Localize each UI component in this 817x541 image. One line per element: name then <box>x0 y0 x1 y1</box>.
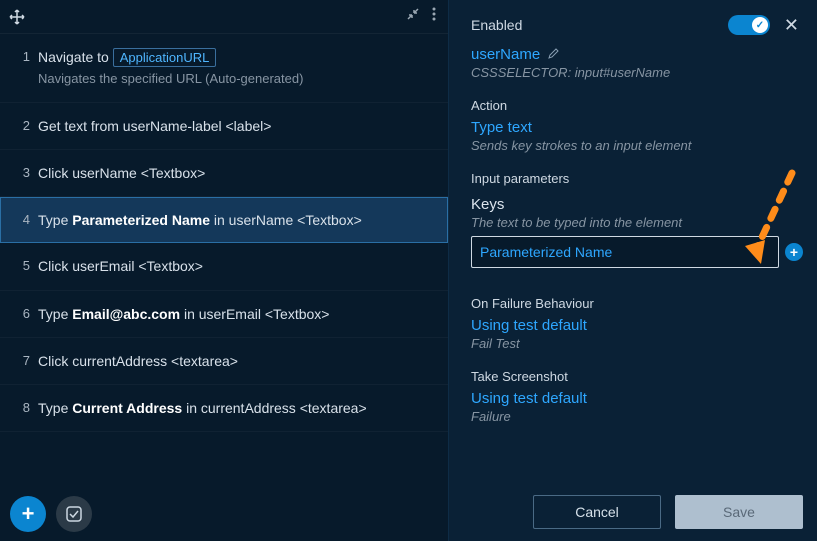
step-number: 8 <box>10 400 30 415</box>
step-number: 4 <box>10 212 30 227</box>
step-text: Click currentAddress <textarea> <box>38 352 434 370</box>
footer-buttons: Cancel Save <box>471 479 803 529</box>
move-icon[interactable] <box>6 6 28 28</box>
action-description: Sends key strokes to an input element <box>471 138 803 153</box>
step-number: 5 <box>10 258 30 273</box>
add-step-button[interactable]: + <box>10 496 46 532</box>
keys-description: The text to be typed into the element <box>471 215 803 230</box>
step-text: Type Current Address in currentAddress <… <box>38 399 434 417</box>
validate-button[interactable] <box>56 496 92 532</box>
cancel-button[interactable]: Cancel <box>533 495 661 529</box>
step-number: 2 <box>10 118 30 133</box>
step-number: 3 <box>10 165 30 180</box>
collapse-icon[interactable] <box>400 3 426 30</box>
step-number: 1 <box>10 49 30 64</box>
step-subtext: Navigates the specified URL (Auto-genera… <box>38 71 434 88</box>
step-text: Type Email@abc.com in userEmail <Textbox… <box>38 305 434 323</box>
screenshot-value[interactable]: Using test default <box>471 390 803 407</box>
enabled-row: Enabled ✓ ✕ <box>471 10 803 40</box>
kebab-menu-icon[interactable] <box>426 3 442 30</box>
steps-panel: 1 Navigate to ApplicationURL Navigates t… <box>0 0 448 541</box>
close-icon[interactable]: ✕ <box>780 13 803 38</box>
step-number: 6 <box>10 306 30 321</box>
enabled-toggle[interactable]: ✓ <box>728 15 770 35</box>
step-text: Type Parameterized Name in userName <Tex… <box>38 211 434 229</box>
failure-value[interactable]: Using test default <box>471 317 803 334</box>
step-text: Get text from userName-label <label> <box>38 117 434 135</box>
element-name: userName <box>471 46 803 63</box>
details-panel: Enabled ✓ ✕ userName CSSSELECTOR: input#… <box>448 0 817 541</box>
edit-element-icon[interactable] <box>548 47 560 62</box>
step-row[interactable]: 2 Get text from userName-label <label> <box>0 103 448 150</box>
left-footer: + <box>0 487 448 541</box>
screenshot-label: Take Screenshot <box>471 369 803 384</box>
step-row[interactable]: 1 Navigate to ApplicationURL Navigates t… <box>0 34 448 103</box>
action-section-label: Action <box>471 98 803 113</box>
add-parameter-button[interactable]: + <box>785 243 803 261</box>
save-button[interactable]: Save <box>675 495 803 529</box>
param-chip[interactable]: ApplicationURL <box>113 48 217 67</box>
keys-input-row: + <box>471 236 803 268</box>
step-row[interactable]: 6 Type Email@abc.com in userEmail <Textb… <box>0 291 448 338</box>
keys-label: Keys <box>471 196 803 213</box>
keys-input[interactable] <box>471 236 779 268</box>
step-row[interactable]: 3 Click userName <Textbox> <box>0 150 448 197</box>
enabled-label: Enabled <box>471 17 522 33</box>
step-row[interactable]: 4 Type Parameterized Name in userName <T… <box>0 197 448 243</box>
step-row[interactable]: 5 Click userEmail <Textbox> <box>0 243 448 290</box>
step-text: Click userName <Textbox> <box>38 164 434 182</box>
selector-text: CSSSELECTOR: input#userName <box>471 65 803 80</box>
step-row[interactable]: 8 Type Current Address in currentAddress… <box>0 385 448 432</box>
left-toolbar <box>0 0 448 34</box>
step-text: Click userEmail <Textbox> <box>38 257 434 275</box>
steps-list: 1 Navigate to ApplicationURL Navigates t… <box>0 34 448 487</box>
failure-label: On Failure Behaviour <box>471 296 803 311</box>
step-number: 7 <box>10 353 30 368</box>
action-name[interactable]: Type text <box>471 119 803 136</box>
failure-note: Fail Test <box>471 336 803 351</box>
step-text: Navigate to ApplicationURL Navigates the… <box>38 48 434 88</box>
step-row[interactable]: 7 Click currentAddress <textarea> <box>0 338 448 385</box>
input-params-label: Input parameters <box>471 171 803 186</box>
screenshot-note: Failure <box>471 409 803 424</box>
